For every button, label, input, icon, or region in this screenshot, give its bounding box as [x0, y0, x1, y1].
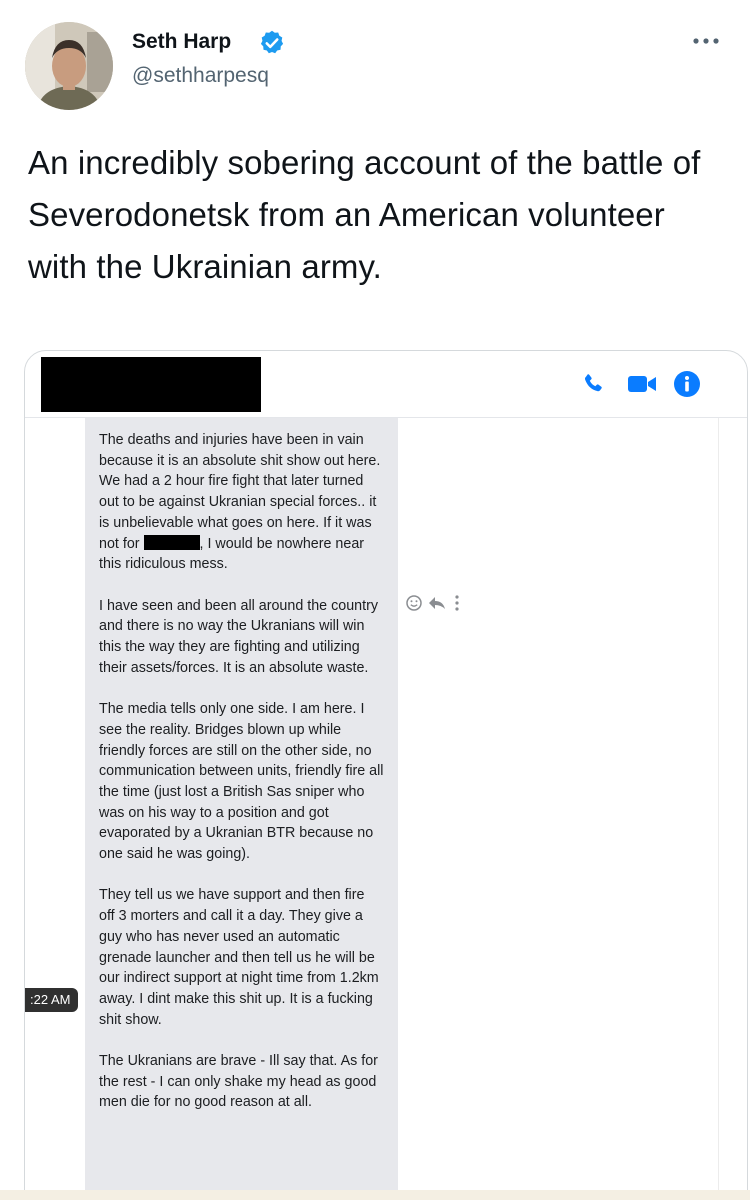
reply-icon[interactable] — [427, 595, 447, 616]
tweet-text: An incredibly sobering account of the ba… — [28, 144, 701, 285]
message-paragraph-3: The media tells only one side. I am here… — [99, 701, 384, 863]
emoji-reaction-icon[interactable] — [405, 594, 423, 617]
bottom-edge — [0, 1190, 750, 1200]
verified-badge-icon — [260, 30, 284, 54]
tweet-screenshot: Seth Harp @sethharpesq An incredibly sob… — [0, 0, 750, 1200]
messenger-header — [25, 351, 747, 418]
more-vertical-icon[interactable] — [452, 594, 462, 617]
video-camera-icon[interactable] — [627, 374, 657, 394]
message-paragraph-2: I have seen and been all around the coun… — [99, 597, 378, 676]
phone-icon[interactable] — [581, 372, 605, 396]
message-actions — [405, 594, 477, 612]
avatar[interactable] — [25, 22, 113, 110]
redacted-word — [143, 534, 200, 550]
avatar-photo — [25, 22, 113, 110]
divider — [718, 418, 719, 1200]
author-name[interactable]: Seth Harp — [132, 30, 231, 54]
message-timestamp-tooltip: :22 AM — [25, 988, 79, 1012]
redacted-contact-name — [41, 357, 261, 412]
info-icon[interactable] — [673, 370, 701, 398]
message-bubble[interactable]: The deaths and injuries have been in vai… — [85, 418, 398, 1200]
conversation-area: The deaths and injuries have been in vai… — [25, 418, 747, 1200]
message-paragraph-1: The deaths and injuries have been in vai… — [99, 430, 384, 575]
message-paragraph-4: They tell us we have support and then fi… — [99, 887, 379, 1028]
message-text: The deaths and injuries have been in vai… — [99, 432, 381, 552]
more-options-icon[interactable] — [690, 34, 722, 48]
message-paragraph-5: The Ukranians are brave - Ill say that. … — [99, 1053, 378, 1111]
author-handle[interactable]: @sethharpesq — [132, 64, 269, 88]
tweet-media-image[interactable]: The deaths and injuries have been in vai… — [24, 350, 748, 1200]
